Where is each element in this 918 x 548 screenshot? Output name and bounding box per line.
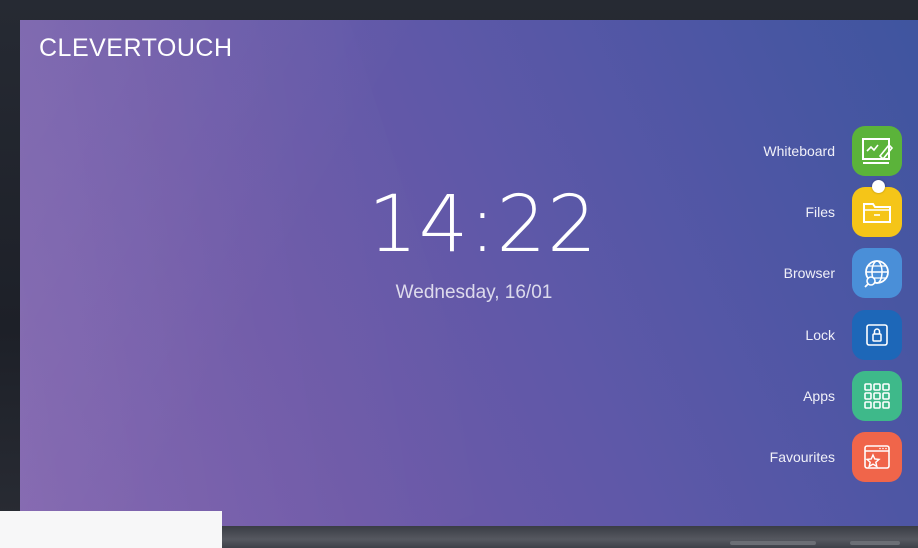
home-screen: CLEVERTOUCH 14:22 Wednesday, 16/01 White… xyxy=(20,20,918,526)
dock-item-browser[interactable]: Browser xyxy=(642,248,902,298)
clock-date: Wednesday, 16/01 xyxy=(395,282,553,303)
front-ports xyxy=(850,541,900,545)
overlay-patch xyxy=(0,511,222,548)
globe-icon[interactable] xyxy=(852,248,902,298)
dock-label-browser: Browser xyxy=(783,265,835,281)
dock-item-lock[interactable]: Lock xyxy=(642,310,902,360)
dock-item-apps[interactable]: Apps xyxy=(642,371,902,421)
dock-item-favourites[interactable]: Favourites xyxy=(642,432,902,482)
dock-label-files: Files xyxy=(805,204,835,220)
favourites-icon[interactable] xyxy=(852,432,902,482)
clock-time: 14:22 xyxy=(368,180,598,270)
dock-label-lock: Lock xyxy=(805,327,835,343)
whiteboard-icon[interactable] xyxy=(852,126,902,176)
speaker-grille xyxy=(730,541,816,545)
dock-label-apps: Apps xyxy=(803,388,835,404)
touch-cursor xyxy=(872,180,885,193)
lock-icon[interactable] xyxy=(852,310,902,360)
dock-item-whiteboard[interactable]: Whiteboard xyxy=(642,126,902,176)
apps-grid-icon[interactable] xyxy=(852,371,902,421)
dock-label-whiteboard: Whiteboard xyxy=(763,143,835,159)
dock-label-favourites: Favourites xyxy=(769,449,835,465)
folder-icon[interactable] xyxy=(852,187,902,237)
brand-logo: CLEVERTOUCH xyxy=(39,34,233,62)
dock-item-files[interactable]: Files xyxy=(642,187,902,237)
